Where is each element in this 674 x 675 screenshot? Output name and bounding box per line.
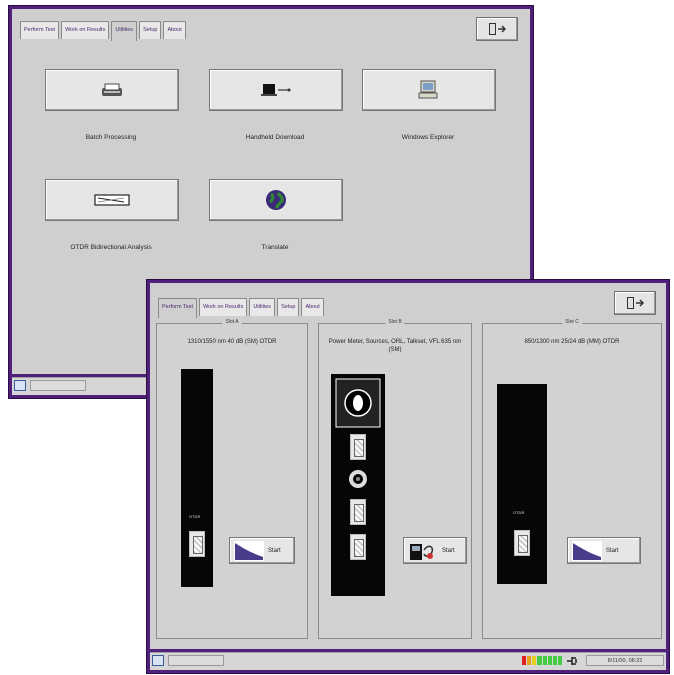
otdr-bidirectional-analysis-label: OTDR Bidirectional Analysis [70,244,152,251]
otdr-mm-module: OTDR [497,384,547,584]
handheld-download-icon [261,84,291,96]
source-port-1 [350,434,366,460]
slot-a-panel: Slot A 1310/1550 nm 40 dB (SM) OTDR OTDR… [156,319,308,639]
desktop-icon[interactable] [14,380,26,391]
otdr-port [189,531,205,557]
tab-work-on-results[interactable]: Work on Results [61,21,110,39]
exit-door-icon [627,297,645,309]
battery-level-icon [522,656,562,665]
perform-test-screen: Perform Test Work on Results Utilities S… [150,283,666,649]
tab-about[interactable]: About [163,21,186,39]
status-field [30,380,86,391]
translate-label: Translate [261,244,289,251]
status-field [168,655,224,666]
slot-c-legend: Slot C [562,319,582,325]
slot-b-panel: Slot B Power Meter, Sources, ORL, Talkse… [318,319,472,639]
otdr-trace-icon [572,540,602,561]
windows-explorer-label: Windows Explorer [401,134,455,141]
tab-perform-test[interactable]: Perform Test [158,298,198,318]
tab-utilities[interactable]: Utilities [111,21,138,41]
exit-button[interactable] [476,17,518,41]
slot-a-description: 1310/1550 nm 40 dB (SM) OTDR [187,339,277,345]
printer-icon [102,83,122,96]
batch-processing-label: Batch Processing [85,134,137,141]
tab-bar: Perform Test Work on Results Utilities S… [20,21,186,41]
computer-icon [418,80,438,99]
exit-door-icon [489,23,507,35]
windows-explorer-button[interactable] [362,69,496,111]
globe-icon [266,190,286,210]
slot-c-description: 850/1300 nm 25/24 dB (MM) OTDR [524,339,620,345]
power-meter-port-icon [335,378,381,428]
vfl-connector-icon [349,470,367,488]
tab-perform-test[interactable]: Perform Test [20,21,60,39]
otdr-module: OTDR [181,369,213,587]
power-meter-module [331,374,385,596]
datetime-display: 8/11/00, 08:22 [586,655,664,666]
slot-b-description: Power Meter, Sources, ORL, Talkset, VFL … [328,339,462,353]
tab-bar: Perform Test Work on Results Utilities S… [158,298,324,318]
slot-a-legend: Slot A [222,319,242,325]
tab-about[interactable]: About [301,298,324,316]
power-plug-icon [567,657,577,665]
handheld-download-label: Handheld Download [245,134,305,141]
otdr-mm-port [514,530,530,556]
otdr-module-label: OTDR [189,514,201,519]
tab-utilities[interactable]: Utilities [249,298,276,316]
slot-a-start-label: Start [268,547,281,554]
source-port-3 [350,534,366,560]
status-bar: 8/11/00, 08:22 [150,652,666,670]
tab-setup[interactable]: Setup [277,298,300,316]
slot-b-legend: Slot B [385,319,405,325]
otdr-mm-module-label: OTDR [513,510,525,515]
slot-a-start-button[interactable]: Start [229,537,295,564]
otdr-trace-icon [234,540,264,561]
source-port-2 [350,499,366,525]
handheld-download-button[interactable] [209,69,343,111]
slot-b-start-button[interactable]: Start [403,537,467,564]
slot-b-start-label: Start [442,547,455,554]
translate-button[interactable] [209,179,343,221]
exit-button[interactable] [614,291,656,315]
desktop-icon[interactable] [152,655,164,666]
tab-work-on-results[interactable]: Work on Results [199,298,248,316]
tab-setup[interactable]: Setup [139,21,162,39]
slot-c-panel: Slot C 850/1300 nm 25/24 dB (MM) OTDR OT… [482,319,662,639]
slot-c-start-button[interactable]: Start [567,537,641,564]
otdr-analysis-icon [94,194,130,206]
otdr-bidirectional-analysis-button[interactable] [45,179,179,221]
batch-processing-button[interactable] [45,69,179,111]
power-meter-icon [410,543,434,560]
perform-test-window: Perform Test Work on Results Utilities S… [146,279,670,674]
slot-c-start-label: Start [606,547,619,554]
